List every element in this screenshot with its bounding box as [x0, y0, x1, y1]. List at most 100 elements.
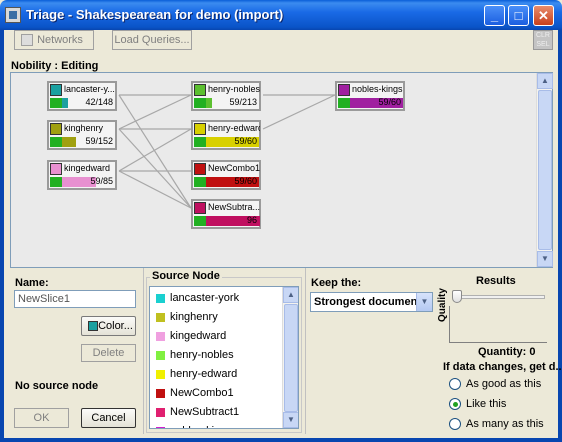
delete-button-label: Delete	[92, 347, 125, 359]
color-swatch	[156, 332, 165, 341]
color-swatch	[156, 427, 165, 428]
list-item-label: kinghenry	[170, 311, 218, 323]
node-nobles-kings[interactable]: nobles-kings 59/60	[335, 81, 405, 111]
node-icon	[194, 84, 206, 96]
network-graph[interactable]: lancaster-y... 42/148 kinghenry 59/152 k…	[10, 72, 553, 268]
scroll-up-icon[interactable]: ▲	[283, 287, 298, 303]
results-label: Results	[476, 275, 516, 287]
radio-label: As good as this	[466, 378, 542, 390]
sel-label: SEL	[536, 41, 550, 48]
color-swatch	[156, 294, 165, 303]
color-swatch	[156, 313, 165, 322]
list-item-label: henry-nobles	[170, 349, 234, 361]
keep-label: Keep the:	[311, 277, 362, 289]
clr-label: CLR	[535, 32, 550, 39]
quality-axis	[449, 306, 450, 342]
divider-right	[305, 268, 306, 434]
quantity-text: Quantity: 0	[478, 346, 536, 358]
node-lancaster[interactable]: lancaster-y... 42/148	[47, 81, 117, 111]
clear-selection-button[interactable]: CLR SEL	[533, 30, 553, 50]
radio-label: As many as this	[466, 418, 544, 430]
node-newsubtract[interactable]: NewSubtra... 96	[191, 199, 261, 229]
graph-scrollbar[interactable]: ▲ ▼	[536, 73, 553, 267]
source-node-list[interactable]: lancaster-york kinghenry kingedward henr…	[149, 286, 299, 429]
node-value: 42/148	[85, 97, 113, 107]
node-label: nobles-kings	[352, 84, 403, 94]
keep-dropdown[interactable]: Strongest documents ▼	[310, 292, 433, 312]
list-item-label: kingedward	[170, 330, 227, 342]
networks-button[interactable]: Networks	[14, 30, 94, 50]
quality-slider-track	[457, 295, 545, 299]
networks-label: Networks	[37, 34, 83, 46]
list-item-label: NewCombo1	[170, 387, 234, 399]
node-icon	[50, 84, 62, 96]
radio-selected-icon	[449, 398, 461, 410]
node-label: henry-edward	[208, 123, 260, 133]
radio-icon	[449, 418, 461, 430]
node-value: 59/213	[229, 97, 257, 107]
close-button[interactable]: ✕	[533, 5, 554, 26]
node-label: NewSubtra...	[208, 202, 260, 212]
node-value: 96	[246, 215, 257, 225]
name-field[interactable]: NewSlice1	[14, 290, 136, 308]
color-swatch	[156, 389, 165, 398]
quantity-axis	[449, 342, 547, 343]
scroll-down-icon[interactable]: ▼	[537, 251, 553, 267]
node-newcombo1[interactable]: NewCombo1 59/60	[191, 160, 261, 190]
color-swatch	[156, 351, 165, 360]
cancel-button[interactable]: Cancel	[81, 408, 136, 428]
scroll-down-icon[interactable]: ▼	[283, 412, 298, 428]
list-scrollbar[interactable]: ▲ ▼	[282, 287, 298, 428]
node-henry-nobles[interactable]: henry-nobles 59/213	[191, 81, 261, 111]
node-label: lancaster-y...	[64, 84, 115, 94]
keep-dropdown-value: Strongest documents	[314, 296, 428, 308]
maximize-button[interactable]: □	[508, 5, 529, 26]
window-title: Triage - Shakespearean for demo (import)	[26, 7, 284, 22]
radio-label: Like this	[466, 398, 507, 410]
node-label: kinghenry	[64, 123, 104, 133]
node-henry-edward[interactable]: henry-edward 59/60	[191, 120, 261, 150]
node-kinghenry[interactable]: kinghenry 59/152	[47, 120, 117, 150]
color-swatch	[156, 408, 165, 417]
ok-button[interactable]: OK	[14, 408, 69, 428]
quality-slider-thumb[interactable]	[452, 290, 462, 303]
node-kingedward[interactable]: kingedward 59/85	[47, 160, 117, 190]
node-value: 59/60	[234, 136, 257, 146]
node-icon	[194, 123, 206, 135]
node-label: henry-nobles	[208, 84, 260, 94]
chevron-down-icon[interactable]: ▼	[416, 293, 432, 311]
title-bar: Triage - Shakespearean for demo (import)…	[0, 0, 562, 30]
radio-icon	[449, 378, 461, 390]
node-bar	[194, 98, 212, 108]
list-item-label: nobles-kings	[170, 425, 232, 428]
minimize-button[interactable]: _	[484, 5, 505, 26]
node-icon	[194, 202, 206, 214]
color-swatch	[156, 370, 165, 379]
app-icon	[5, 7, 21, 23]
if-changes-text: If data changes, get d...	[443, 361, 562, 373]
node-label: NewCombo1	[208, 163, 260, 173]
load-queries-label: Load Queries...	[114, 34, 190, 46]
delete-button[interactable]: Delete	[81, 344, 136, 362]
node-bar	[50, 98, 68, 108]
no-source-text: No source node	[15, 380, 99, 392]
cancel-button-label: Cancel	[91, 412, 126, 424]
color-button-label: Color...	[98, 320, 133, 332]
load-queries-button[interactable]: Load Queries...	[112, 30, 192, 50]
scroll-thumb[interactable]	[284, 304, 298, 412]
node-bar	[50, 177, 96, 187]
divider-left	[143, 268, 144, 434]
node-value: 59/85	[90, 176, 113, 186]
node-icon	[338, 84, 350, 96]
scroll-up-icon[interactable]: ▲	[537, 73, 553, 89]
quality-label: Quality	[437, 288, 448, 322]
ok-button-label: OK	[33, 412, 50, 424]
source-node-title: Source Node	[150, 270, 222, 282]
scroll-thumb[interactable]	[538, 90, 552, 250]
node-value: 59/60	[234, 176, 257, 186]
list-item-label: henry-edward	[170, 368, 238, 380]
list-item-label: NewSubtract1	[170, 406, 240, 418]
color-swatch-icon	[88, 321, 98, 331]
color-button[interactable]: Color...	[81, 316, 136, 336]
name-label: Name:	[15, 277, 49, 289]
